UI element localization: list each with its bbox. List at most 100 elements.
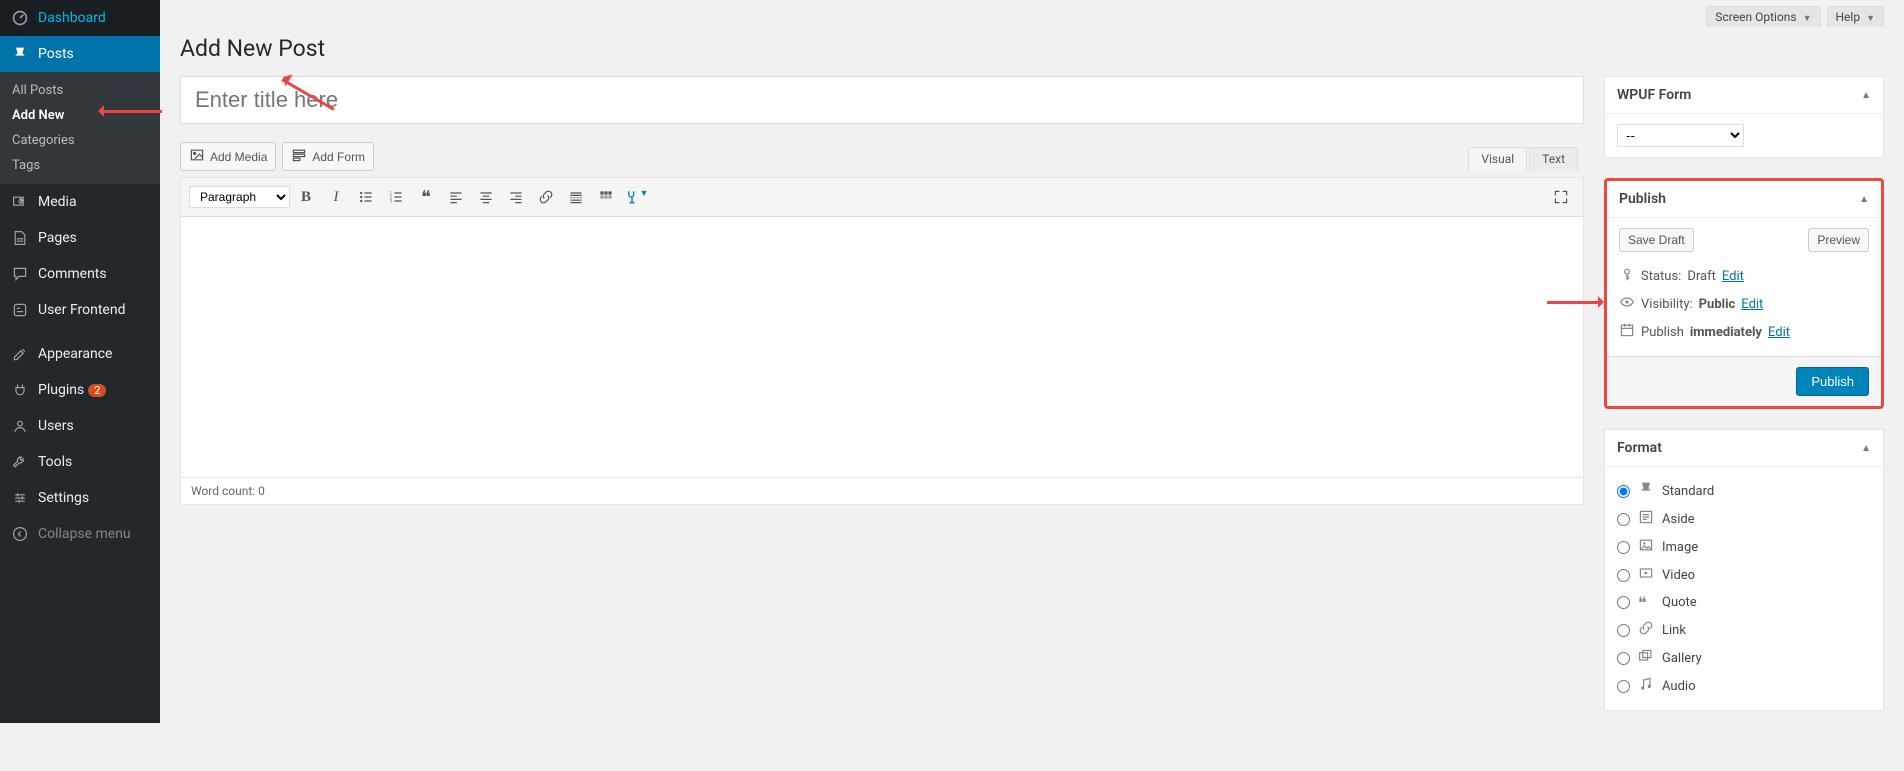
readmore-button[interactable]: [562, 184, 590, 210]
sidebar-item-label: Pages: [38, 230, 77, 246]
editor-content-area[interactable]: [181, 217, 1583, 477]
dashboard-icon: [10, 8, 30, 28]
format-option-aside[interactable]: Aside: [1617, 505, 1871, 533]
wpuf-form-metabox: WPUF Form ▲ --: [1604, 76, 1884, 158]
pushpin-icon: [1638, 481, 1654, 501]
sidebar-item-comments[interactable]: Comments: [0, 256, 160, 292]
chevron-down-icon: ▼: [1803, 14, 1812, 24]
submenu-all-posts[interactable]: All Posts: [0, 78, 160, 103]
sidebar-item-settings[interactable]: Settings: [0, 480, 160, 516]
annotation-arrow-publish: [1547, 301, 1602, 304]
submenu-tags[interactable]: Tags: [0, 153, 160, 178]
sidebar-item-label: Posts: [38, 46, 74, 62]
posts-submenu: All Posts Add New Categories Tags: [0, 72, 160, 184]
format-dropdown[interactable]: Paragraph: [189, 186, 290, 208]
format-option-video[interactable]: Video: [1617, 561, 1871, 589]
edit-date-link[interactable]: Edit: [1768, 325, 1790, 340]
gallery-icon: [1638, 648, 1654, 668]
sidebar-item-label: Settings: [38, 490, 89, 506]
aside-icon: [1638, 509, 1654, 529]
pages-icon: [10, 228, 30, 248]
key-icon: [1619, 266, 1635, 286]
sidebar-item-users[interactable]: Users: [0, 408, 160, 444]
sidebar-item-label: Appearance: [38, 346, 112, 362]
editor-footer: Word count: 0: [181, 477, 1583, 504]
sidebar-item-media[interactable]: Media: [0, 184, 160, 220]
editor-tab-text[interactable]: Text: [1529, 147, 1578, 171]
svg-text:3: 3: [390, 200, 393, 205]
quote-icon: ❝: [1638, 593, 1654, 612]
audio-icon: [1638, 676, 1654, 696]
link-button[interactable]: [532, 184, 560, 210]
format-option-image[interactable]: Image: [1617, 533, 1871, 561]
format-header[interactable]: Format ▲: [1605, 430, 1883, 467]
format-option-standard[interactable]: Standard: [1617, 477, 1871, 505]
format-option-audio[interactable]: Audio: [1617, 672, 1871, 700]
wpuf-form-header[interactable]: WPUF Form ▲: [1605, 77, 1883, 114]
sidebar-item-label: Media: [38, 194, 77, 210]
editor-tab-visual[interactable]: Visual: [1468, 147, 1527, 171]
comments-icon: [10, 264, 30, 284]
fullscreen-button[interactable]: [1547, 184, 1575, 210]
publish-button[interactable]: Publish: [1796, 367, 1869, 396]
sidebar-item-label: Tools: [38, 454, 72, 470]
sidebar-item-tools[interactable]: Tools: [0, 444, 160, 480]
chevron-down-icon: ▼: [1866, 14, 1875, 24]
media-icon: [10, 192, 30, 212]
users-icon: [10, 416, 30, 436]
appearance-icon: [10, 344, 30, 364]
form-icon: [291, 147, 307, 166]
sidebar-item-label: User Frontend: [38, 302, 125, 318]
align-center-button[interactable]: [472, 184, 500, 210]
bullet-list-button[interactable]: [352, 184, 380, 210]
save-draft-button[interactable]: Save Draft: [1619, 228, 1694, 252]
submenu-add-new[interactable]: Add New: [0, 103, 160, 128]
sidebar-item-label: Collapse menu: [38, 526, 131, 542]
sidebar-item-posts[interactable]: Posts: [0, 36, 160, 72]
settings-icon: [10, 488, 30, 508]
page-title: Add New Post: [180, 35, 1884, 62]
blockquote-button[interactable]: ❝: [412, 184, 440, 210]
editor-box: Paragraph B I 123 ❝ ▼ Word count: 0: [180, 177, 1584, 505]
chevron-up-icon: ▲: [1861, 90, 1871, 101]
image-icon: [1638, 537, 1654, 557]
distraction-free-button[interactable]: ▼: [622, 184, 650, 210]
align-right-button[interactable]: [502, 184, 530, 210]
numbered-list-button[interactable]: 123: [382, 184, 410, 210]
format-option-link[interactable]: Link: [1617, 616, 1871, 644]
user-frontend-icon: [10, 300, 30, 320]
video-icon: [1638, 565, 1654, 585]
help-tab[interactable]: Help ▼: [1827, 6, 1885, 27]
add-form-button[interactable]: Add Form: [282, 142, 374, 171]
add-media-button[interactable]: Add Media: [180, 142, 276, 171]
wpuf-form-select[interactable]: --: [1617, 124, 1744, 147]
italic-button[interactable]: I: [322, 184, 350, 210]
preview-button[interactable]: Preview: [1808, 228, 1869, 252]
sidebar-item-label: Dashboard: [38, 10, 106, 26]
edit-status-link[interactable]: Edit: [1722, 269, 1744, 284]
screen-options-tab[interactable]: Screen Options ▼: [1706, 6, 1820, 27]
align-left-button[interactable]: [442, 184, 470, 210]
submenu-categories[interactable]: Categories: [0, 128, 160, 153]
sidebar-item-appearance[interactable]: Appearance: [0, 336, 160, 372]
publish-header[interactable]: Publish ▲: [1607, 181, 1881, 218]
link-icon: [1638, 620, 1654, 640]
format-metabox: Format ▲ Standard Aside Image Video ❝Quo…: [1604, 429, 1884, 711]
sidebar-item-plugins[interactable]: Plugins 2: [0, 372, 160, 408]
sidebar-collapse[interactable]: Collapse menu: [0, 516, 160, 552]
editor-toolbar: Paragraph B I 123 ❝ ▼: [181, 178, 1583, 217]
sidebar-item-dashboard[interactable]: Dashboard: [0, 0, 160, 36]
format-option-gallery[interactable]: Gallery: [1617, 644, 1871, 672]
sidebar-item-user-frontend[interactable]: User Frontend: [0, 292, 160, 328]
tools-icon: [10, 452, 30, 472]
bold-button[interactable]: B: [292, 184, 320, 210]
format-option-quote[interactable]: ❝Quote: [1617, 589, 1871, 616]
sidebar-item-label: Comments: [38, 266, 107, 282]
toolbar-toggle-button[interactable]: [592, 184, 620, 210]
publish-metabox: Publish ▲ Save Draft Preview Status: Dra…: [1604, 178, 1884, 409]
pushpin-icon: [10, 44, 30, 64]
chevron-up-icon: ▲: [1861, 443, 1871, 454]
sidebar-item-pages[interactable]: Pages: [0, 220, 160, 256]
edit-visibility-link[interactable]: Edit: [1741, 297, 1763, 312]
post-title-input[interactable]: [180, 76, 1584, 124]
